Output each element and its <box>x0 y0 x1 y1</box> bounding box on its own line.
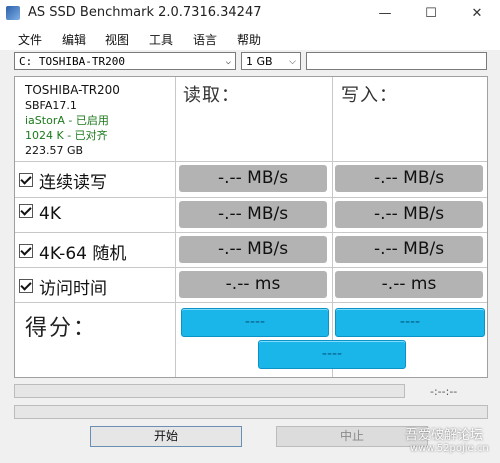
test-size-value: 1 GB <box>246 55 273 68</box>
menu-language[interactable]: 语言 <box>193 31 217 48</box>
window-title: AS SSD Benchmark 2.0.7316.34247 <box>28 5 262 20</box>
row-divider <box>15 161 487 162</box>
maximize-button[interactable]: ☐ <box>408 0 454 28</box>
menu-tools[interactable]: 工具 <box>149 31 173 48</box>
title-bar: AS SSD Benchmark 2.0.7316.34247 — ☐ ✕ <box>0 0 500 28</box>
elapsed-time: -:--:-- <box>430 385 458 398</box>
checkbox-checked-icon[interactable] <box>19 279 33 293</box>
close-button[interactable]: ✕ <box>454 0 500 28</box>
menu-bar: 文件 编辑 视图 工具 语言 帮助 <box>0 28 500 50</box>
4k64-label: 4K-64 随机 <box>39 244 127 264</box>
watermark-text: 吾爱破解论坛 <box>405 428 484 443</box>
column-divider <box>332 77 333 377</box>
drive-dropdown[interactable]: C: TOSHIBA-TR200 ⌵ <box>14 52 236 70</box>
watermark-url: www.52pojie.cn <box>410 443 489 454</box>
seq-read-result: -.-- MB/s <box>179 165 327 192</box>
4k64-read-result: -.-- MB/s <box>179 236 327 263</box>
menu-view[interactable]: 视图 <box>105 31 129 48</box>
score-label: 得分： <box>25 316 98 341</box>
app-icon <box>6 6 20 20</box>
access-read-result: -.-- ms <box>179 271 327 298</box>
drive-dropdown-value: C: TOSHIBA-TR200 <box>19 55 125 68</box>
row-label-access[interactable]: 访问时间 <box>19 274 107 299</box>
write-column-header: 写入： <box>341 85 398 106</box>
row-divider <box>15 232 487 233</box>
as-ssd-window: AS SSD Benchmark 2.0.7316.34247 — ☐ ✕ 文件… <box>0 0 500 463</box>
write-score: ---- <box>335 308 485 337</box>
4k-read-result: -.-- MB/s <box>179 201 327 228</box>
4k-label: 4K <box>39 204 61 224</box>
menu-help[interactable]: 帮助 <box>237 31 261 48</box>
total-score: ---- <box>258 340 406 369</box>
seq-write-result: -.-- MB/s <box>335 165 483 192</box>
checkbox-checked-icon[interactable] <box>19 204 33 218</box>
start-button[interactable]: 开始 <box>90 426 242 447</box>
minimize-button[interactable]: — <box>362 0 408 28</box>
access-write-result: -.-- ms <box>335 271 483 298</box>
chevron-down-icon: ⌵ <box>289 57 296 67</box>
row-label-4k[interactable]: 4K <box>19 204 61 224</box>
menu-file[interactable]: 文件 <box>18 31 42 48</box>
drive-alignment-status: 1024 K - 已对齐 <box>25 129 108 142</box>
chevron-down-icon: ⌵ <box>225 57 231 67</box>
row-divider <box>15 267 487 268</box>
drive-model: TOSHIBA-TR200 <box>25 83 120 97</box>
seq-label: 连续读写 <box>39 173 107 193</box>
menu-edit[interactable]: 编辑 <box>62 31 86 48</box>
checkbox-checked-icon[interactable] <box>19 173 33 187</box>
drive-capacity: 223.57 GB <box>25 144 84 157</box>
read-column-header: 读取： <box>183 85 240 106</box>
drive-info: TOSHIBA-TR200 SBFA17.1 iaStorA - 已启用 102… <box>25 83 120 158</box>
drive-driver-status: iaStorA - 已启用 <box>25 114 109 127</box>
benchmark-grid: TOSHIBA-TR200 SBFA17.1 iaStorA - 已启用 102… <box>14 76 488 378</box>
drive-firmware: SBFA17.1 <box>25 99 77 112</box>
note-text-field[interactable] <box>306 52 487 70</box>
row-label-4k64[interactable]: 4K-64 随机 <box>19 239 126 264</box>
test-size-dropdown[interactable]: 1 GB ⌵ <box>241 52 301 70</box>
secondary-progress-bar <box>14 405 488 419</box>
row-divider <box>15 302 487 303</box>
column-divider <box>175 77 176 377</box>
4k-write-result: -.-- MB/s <box>335 201 483 228</box>
4k64-write-result: -.-- MB/s <box>335 236 483 263</box>
access-label: 访问时间 <box>39 279 107 299</box>
row-label-seq[interactable]: 连续读写 <box>19 168 107 193</box>
row-divider <box>15 197 487 198</box>
progress-bar <box>14 384 405 398</box>
read-score: ---- <box>181 308 329 337</box>
checkbox-checked-icon[interactable] <box>19 244 33 258</box>
